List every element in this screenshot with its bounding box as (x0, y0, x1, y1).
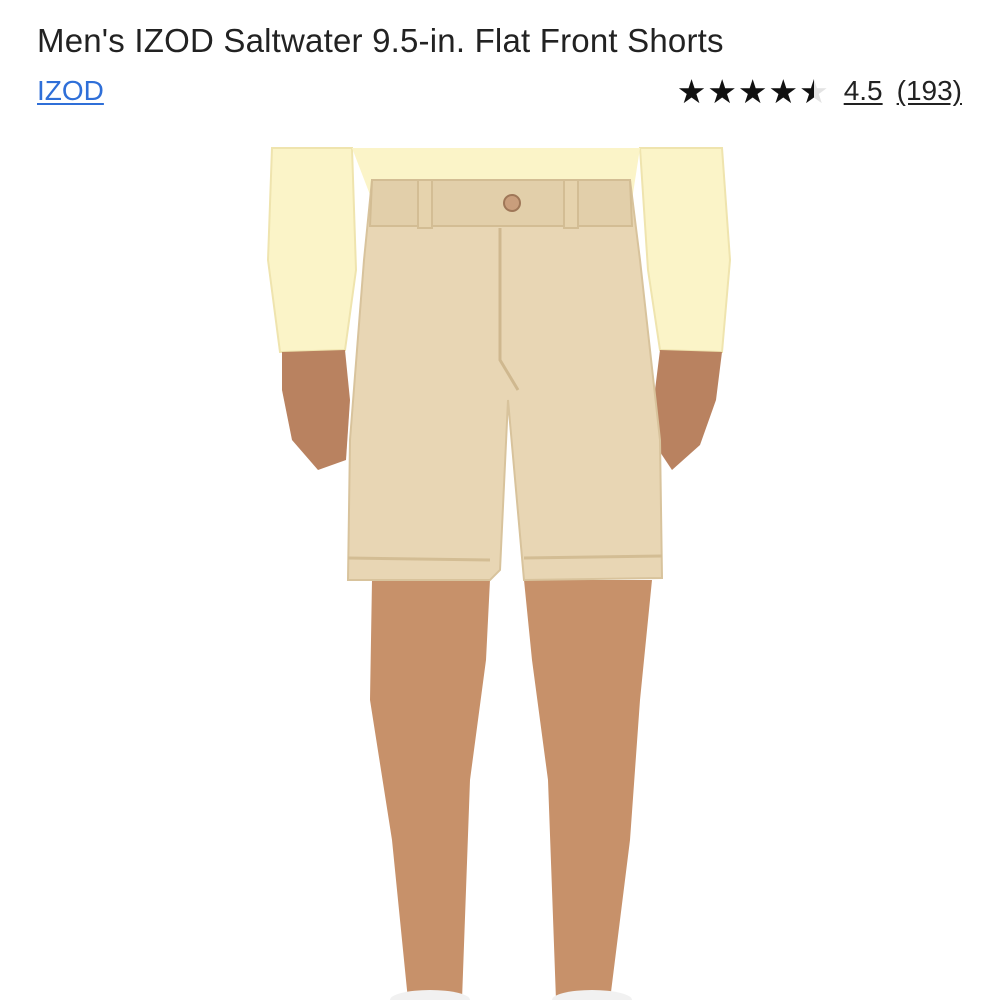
star-rating-icon[interactable]: ★★★★★ ★★★★★ (677, 75, 830, 108)
model-wearing-shorts-illustration (266, 147, 732, 1000)
button-icon (503, 194, 521, 212)
waistband (368, 179, 634, 227)
left-hand (282, 350, 350, 470)
product-title: Men's IZOD Saltwater 9.5-in. Flat Front … (37, 22, 724, 59)
belt-loop (563, 179, 579, 229)
belt-loop (417, 179, 433, 229)
right-sleeve (638, 147, 732, 354)
rating-value-link[interactable]: 4.5 (844, 75, 883, 107)
rating-summary[interactable]: ★★★★★ ★★★★★ 4.5 (193) (677, 72, 962, 110)
brand-link[interactable]: IZOD (37, 75, 104, 107)
right-hand (652, 350, 722, 470)
review-count-link[interactable]: (193) (897, 75, 962, 107)
left-sleeve (266, 147, 358, 354)
shorts (346, 179, 664, 582)
left-leg (370, 580, 490, 1000)
right-hem (523, 554, 663, 560)
right-leg (524, 580, 652, 1000)
left-hem (347, 556, 491, 562)
stars-filled: ★★★★★ (676, 74, 815, 108)
product-image[interactable] (0, 140, 1000, 1000)
